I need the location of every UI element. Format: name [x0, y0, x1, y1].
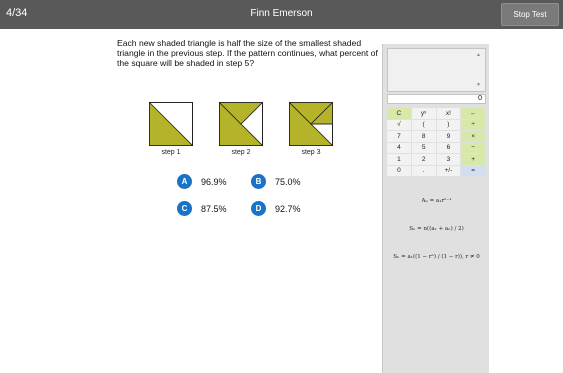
- step-label: step 3: [301, 149, 321, 156]
- scroll-down-icon[interactable]: ▼: [476, 82, 481, 88]
- calc-key[interactable]: 1: [387, 154, 412, 166]
- calc-key[interactable]: 0: [387, 165, 412, 177]
- student-name: Finn Emerson: [250, 8, 313, 19]
- choice-b-badge: B: [251, 174, 266, 189]
- calc-key[interactable]: −: [461, 142, 486, 154]
- calc-key[interactable]: +: [461, 154, 486, 166]
- calc-key[interactable]: x!: [436, 108, 462, 120]
- calc-key[interactable]: +/-: [436, 165, 462, 177]
- step-2: step 2: [216, 102, 266, 156]
- calc-key[interactable]: 4: [387, 142, 412, 154]
- calc-key[interactable]: 2: [411, 154, 437, 166]
- step-1-square: [149, 102, 193, 146]
- choice-d-badge: D: [251, 201, 266, 216]
- calc-key[interactable]: 3: [436, 154, 462, 166]
- step-2-square: [219, 102, 263, 146]
- calc-key[interactable]: ): [436, 119, 462, 131]
- choice-a[interactable]: A 96.9%: [177, 174, 227, 189]
- calc-key[interactable]: =: [461, 165, 486, 177]
- choice-b[interactable]: B 75.0%: [251, 174, 301, 189]
- choice-c-value: 87.5%: [201, 203, 227, 214]
- choice-d-value: 92.7%: [275, 203, 301, 214]
- calc-key[interactable]: (: [411, 119, 437, 131]
- choice-b-value: 75.0%: [275, 176, 301, 187]
- calc-key[interactable]: ×: [461, 131, 486, 143]
- choice-c[interactable]: C 87.5%: [177, 201, 227, 216]
- calc-key[interactable]: yˣ: [411, 108, 437, 120]
- choice-a-badge: A: [177, 174, 192, 189]
- calculator-keypad: Cyˣ x! ← √() ÷ 7 8 9 × 4 5 6− 1 2 3 +0. +/- =: [387, 108, 486, 177]
- calc-key[interactable]: ←: [461, 108, 486, 120]
- choice-d[interactable]: D 92.7%: [251, 201, 301, 216]
- calc-key[interactable]: 5: [411, 142, 437, 154]
- calc-key[interactable]: √: [387, 119, 412, 131]
- choice-c-badge: C: [177, 201, 192, 216]
- calc-key[interactable]: 9: [436, 131, 462, 143]
- stop-test-button[interactable]: Stop Test: [501, 3, 559, 26]
- calculator-display: 0: [387, 94, 486, 104]
- calc-key[interactable]: 7: [387, 131, 412, 143]
- step-label: step 2: [231, 149, 251, 156]
- scroll-up-icon[interactable]: ▲: [476, 52, 481, 58]
- formula-nth-term: Aₙ = a₁rⁿ⁻¹: [421, 198, 452, 204]
- step-3-square: [289, 102, 333, 146]
- step-label: step 1: [161, 149, 181, 156]
- calc-key[interactable]: 6: [436, 142, 462, 154]
- step-1: step 1: [146, 102, 196, 156]
- choice-a-value: 96.9%: [201, 176, 227, 187]
- calculator-history[interactable]: ▲ ▼: [387, 48, 486, 92]
- calc-key[interactable]: .: [411, 165, 437, 177]
- top-bar: 4/34 Finn Emerson Stop Test: [0, 0, 563, 29]
- question-text: Each new shaded triangle is half the siz…: [117, 38, 378, 68]
- formula-geometric-sum: Sₙ = a₁((1 − rⁿ) / (1 − r)), r ≠ 0: [393, 254, 480, 260]
- step-3: step 3: [286, 102, 336, 156]
- calculator-panel: ▲ ▼ 0 Cyˣ x! ← √() ÷ 7 8 9 × 4 5 6− 1 2 3 +0. +/- = Aₙ = …: [382, 44, 489, 373]
- calc-key[interactable]: C: [387, 108, 412, 120]
- formula-arithmetic-sum: Sₙ = n((a₁ + aₙ) / 2): [409, 226, 464, 232]
- calc-key[interactable]: ÷: [461, 119, 486, 131]
- calc-key[interactable]: 8: [411, 131, 437, 143]
